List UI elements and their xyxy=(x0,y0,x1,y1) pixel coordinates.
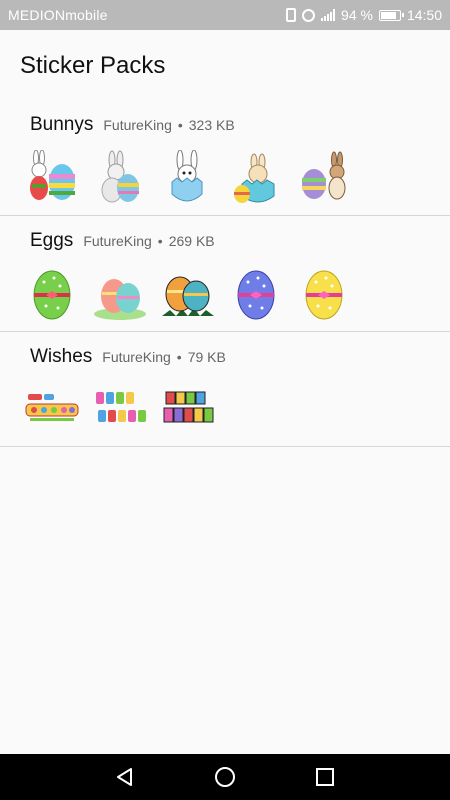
page-title: Sticker Packs xyxy=(20,52,166,79)
pack-meta: FutureKing • 323 KB xyxy=(103,117,234,133)
back-icon[interactable] xyxy=(114,766,136,788)
recents-icon[interactable] xyxy=(314,766,336,788)
pack-meta: FutureKing • 269 KB xyxy=(83,233,214,249)
meta-separator: • xyxy=(157,233,163,249)
home-icon[interactable] xyxy=(214,766,236,788)
sticker-happy-easter-text-2[interactable] xyxy=(92,390,148,430)
status-icons: 94 % 14:50 xyxy=(286,7,442,23)
alarm-icon xyxy=(302,8,316,22)
pack-meta: FutureKing • 79 KB xyxy=(102,349,226,365)
pack-row-wishes[interactable]: Wishes FutureKing • 79 KB xyxy=(0,332,450,447)
pack-name: Wishes xyxy=(30,346,93,367)
sticker-yellow-polka-egg[interactable] xyxy=(296,266,352,322)
pack-size: 269 KB xyxy=(168,233,215,249)
pack-row-bunnys[interactable]: Bunnys FutureKing • 323 KB xyxy=(0,100,450,216)
pack-publisher: FutureKing xyxy=(102,349,171,365)
pack-size: 323 KB xyxy=(188,117,235,133)
sticker-egg-pair-basket[interactable] xyxy=(92,266,148,322)
status-bar: MEDIONmobile 94 % 14:50 xyxy=(0,0,450,30)
system-nav-bar xyxy=(0,754,450,800)
pack-name: Eggs xyxy=(30,230,74,251)
pack-row-eggs[interactable]: Eggs FutureKing • 269 KB xyxy=(0,216,450,332)
pack-name: Bunnys xyxy=(30,114,94,135)
pack-size: 79 KB xyxy=(187,349,226,365)
sticker-bunny-in-eggshell[interactable] xyxy=(160,150,216,206)
sticker-happy-easter-text-1[interactable] xyxy=(24,390,80,430)
sticker-happy-easter-text-3[interactable] xyxy=(160,390,216,430)
pack-publisher: FutureKing xyxy=(103,117,172,133)
sticker-bunny-with-egg[interactable] xyxy=(24,150,80,206)
sticker-egg-pair-grass[interactable] xyxy=(160,266,216,322)
battery-icon xyxy=(378,9,404,21)
sticker-bunny-beside-egg[interactable] xyxy=(296,150,352,206)
sticker-green-polka-egg[interactable] xyxy=(24,266,80,322)
meta-separator: • xyxy=(176,349,182,365)
vibrate-icon xyxy=(286,8,297,22)
pack-publisher: FutureKing xyxy=(83,233,152,249)
carrier-name: MEDIONmobile xyxy=(8,7,108,23)
battery-percent: 94 % xyxy=(341,7,373,23)
signal-icon xyxy=(321,9,336,21)
meta-separator: • xyxy=(177,117,183,133)
sticker-blue-polka-egg[interactable] xyxy=(228,266,284,322)
clock: 14:50 xyxy=(406,7,442,23)
sticker-chick-in-egg[interactable] xyxy=(228,150,284,206)
sticker-bunny-holding-egg[interactable] xyxy=(92,150,148,206)
